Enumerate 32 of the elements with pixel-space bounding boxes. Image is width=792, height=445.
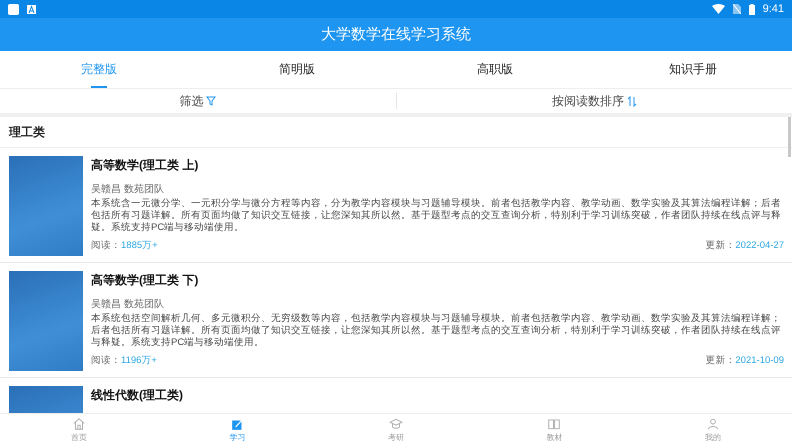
book-description: 本系统包括空间解析几何、多元微积分、无穷级数等内容，包括教学内容模块与习题辅导模块。前者包括教学内容、教学动画、数学实验及其算法编程详解；后者包括所有习题详解。所有页面均做了知识交互链接，让您深知其所以然。基于题型考点的交互查询分析，特别利于学习训练突破，作者团队持续在线点评与释疑。系统支持PC端与移动端使用。	[91, 313, 782, 349]
book-icon	[547, 416, 562, 430]
version-tab[interactable]: 高职版	[396, 51, 594, 88]
book-authors: 吴赣昌 数苑团队	[91, 182, 165, 196]
sort-button[interactable]: 按阅读数排序	[396, 92, 792, 110]
person-icon	[706, 416, 720, 430]
wifi-icon	[712, 4, 725, 14]
sort-icon	[626, 96, 637, 106]
book-description: 本系统含一元微分学、一元积分学与微分方程等内容，分为教学内容模块与习题辅导模块。前者包括教学内容、教学动画、数学实验及其算法编程详解；后者包括所有习题详解。所有页面均做了知识交互链接，让您深知其所以然。基于题型考点的交互查询分析，特别利于学习训练突破，作者团队持续在线点评与释疑。系统支持PC端与移动端使用。	[91, 198, 782, 234]
home-icon	[72, 416, 86, 430]
book-card[interactable]: 高等数学(理工类 上) 吴赣昌 数苑团队 本系统含一元微分学、一元积分学与微分方程等内容，分为教学内容模块与习题辅导模块。前者包括教学内容、教学动画、数学实验及其算法编程详解；后者包括所有习题详解。所有页面均做了知识交互链接，让您深知其所以然。基于题型考点的交互查询分析，特别利于学习训练突破，作者团队持续在线点评与释疑。系统支持PC端与移动端使用。 阅读：1885万+ 更新：2022-04-27	[0, 148, 792, 263]
book-title: 高等数学(理工类 下)	[91, 272, 200, 289]
notification-icon	[8, 4, 19, 14]
no-sim-icon	[732, 4, 741, 14]
app-notification-icon	[27, 4, 36, 14]
graduation-cap-icon	[389, 416, 404, 430]
app-title: 大学数学在线学习系统	[321, 25, 471, 44]
read-count: 阅读：1196万+	[91, 354, 157, 367]
filter-button[interactable]: 筛选	[0, 92, 396, 110]
filter-icon	[206, 96, 216, 106]
scrollbar	[788, 117, 791, 157]
update-date: 更新：2022-04-27	[705, 239, 784, 252]
read-count: 阅读：1885万+	[91, 239, 158, 252]
status-time: 9:41	[762, 3, 784, 15]
book-title: 线性代数(理工类)	[91, 387, 184, 404]
book-authors: 吴赣昌 数苑团队	[91, 298, 165, 311]
battery-icon	[748, 4, 755, 14]
book-title: 高等数学(理工类 上)	[91, 157, 200, 174]
version-tab[interactable]: 知识手册	[594, 51, 792, 88]
version-tab[interactable]: 简明版	[198, 51, 396, 88]
update-date: 更新：2021-10-09	[705, 354, 784, 367]
section-title: 理工类	[9, 124, 45, 140]
